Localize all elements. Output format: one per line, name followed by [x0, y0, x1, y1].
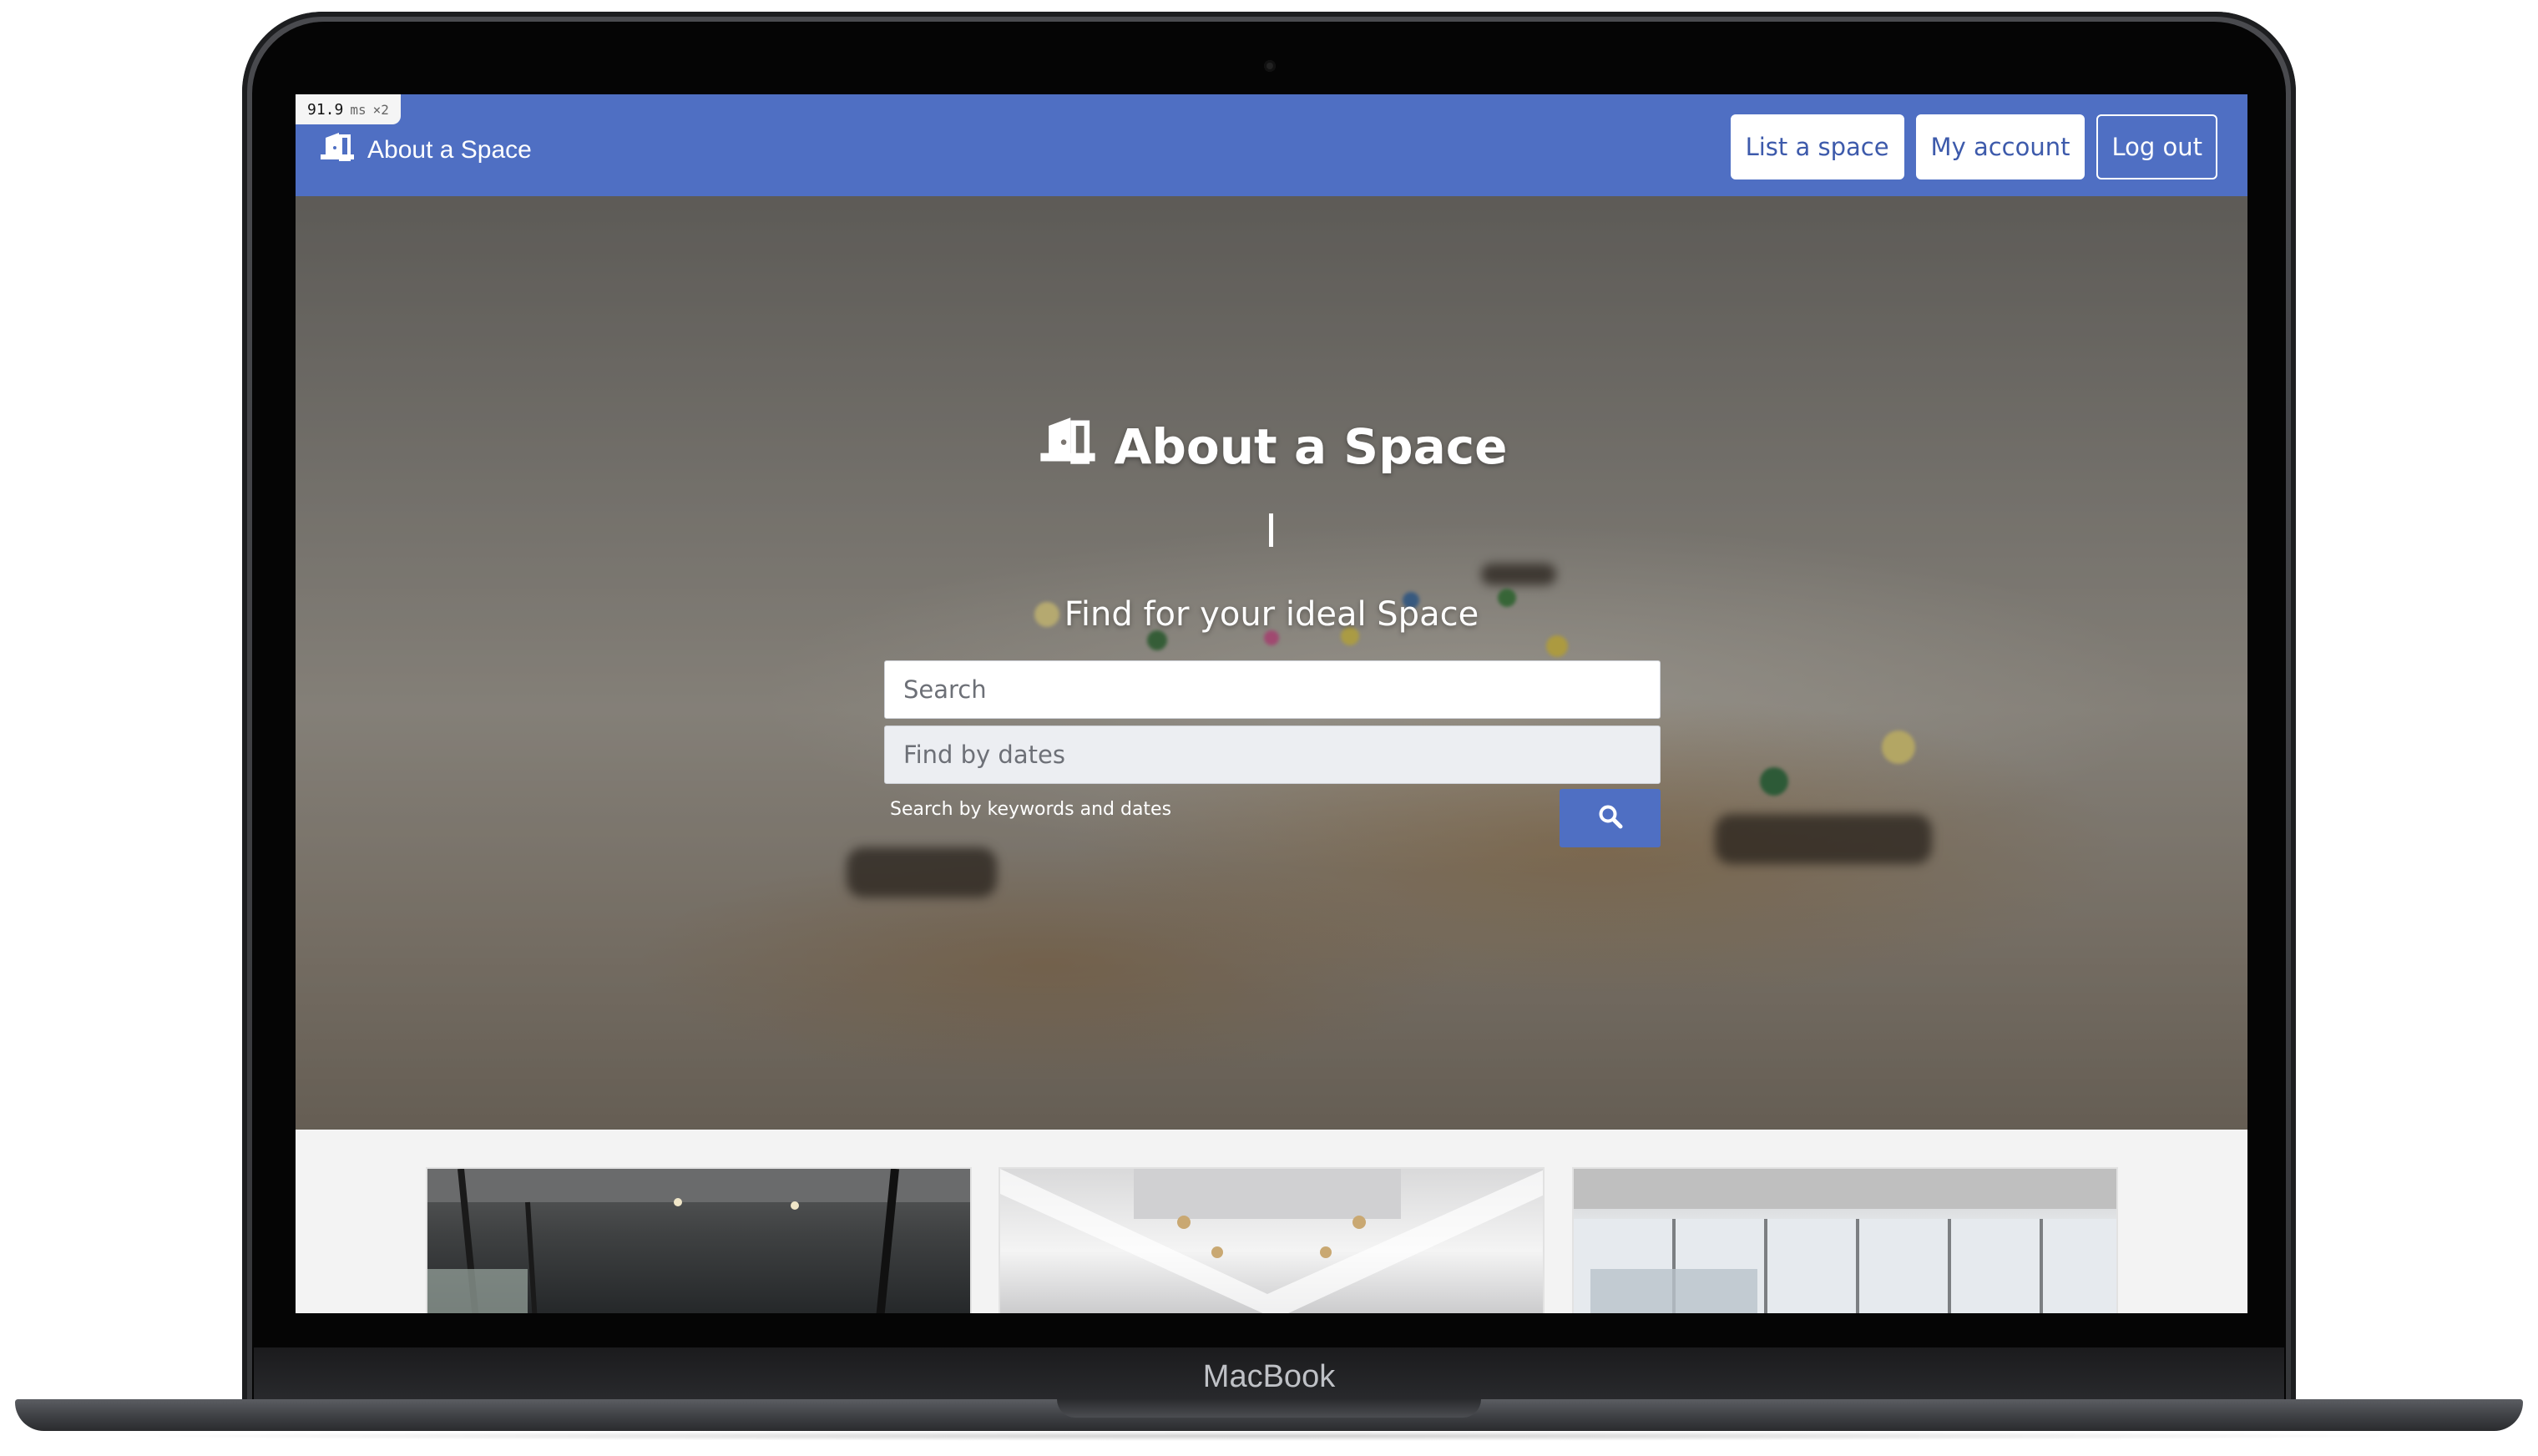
space-card-image — [427, 1169, 970, 1313]
dates-input[interactable] — [884, 725, 1661, 784]
laptop-shadow — [100, 1431, 2438, 1441]
list-space-button[interactable]: List a space — [1730, 114, 1904, 179]
hero-title-text: About a Space — [1114, 418, 1508, 475]
perf-unit: ms — [350, 101, 367, 118]
spaces-list — [296, 1130, 2247, 1313]
navbar-brand[interactable]: About a Space — [319, 129, 532, 171]
perf-badge: 91.9 ms ×2 — [296, 94, 401, 124]
navbar-buttons: List a space My account Log out — [1730, 114, 2217, 179]
camera-icon — [1264, 60, 1276, 72]
my-account-button[interactable]: My account — [1915, 114, 2086, 179]
log-out-button[interactable]: Log out — [2096, 114, 2217, 179]
space-card-1[interactable] — [426, 1167, 972, 1313]
hero-subtitle: Find for your ideal Space — [1064, 595, 1479, 634]
hero-section: About a Space Find for your ideal Space … — [296, 196, 2247, 1130]
space-card-2[interactable] — [999, 1167, 1545, 1313]
door-icon — [1036, 415, 1100, 478]
hero-title: About a Space — [296, 413, 2247, 480]
brand-label: About a Space — [367, 136, 532, 164]
perf-value: 91.9 — [307, 100, 344, 119]
laptop-base-notch — [1057, 1399, 1481, 1418]
typing-cursor — [1269, 513, 1273, 547]
search-button[interactable] — [1560, 789, 1661, 847]
search-icon — [1598, 804, 1623, 833]
perf-multiplier: ×2 — [372, 101, 389, 118]
navbar: About a Space List a space My account Lo… — [296, 94, 2247, 196]
search-input[interactable] — [884, 660, 1661, 719]
search-helper-text: Search by keywords and dates — [890, 799, 1172, 820]
browser-screen: 91.9 ms ×2 About a Space List a space My… — [296, 94, 2247, 1313]
space-card-3[interactable] — [1572, 1167, 2118, 1313]
space-card-image — [1574, 1169, 2116, 1313]
door-icon — [319, 131, 356, 169]
hero-content: About a Space Find for your ideal Space … — [296, 196, 2247, 1130]
space-card-image — [1000, 1169, 1543, 1313]
